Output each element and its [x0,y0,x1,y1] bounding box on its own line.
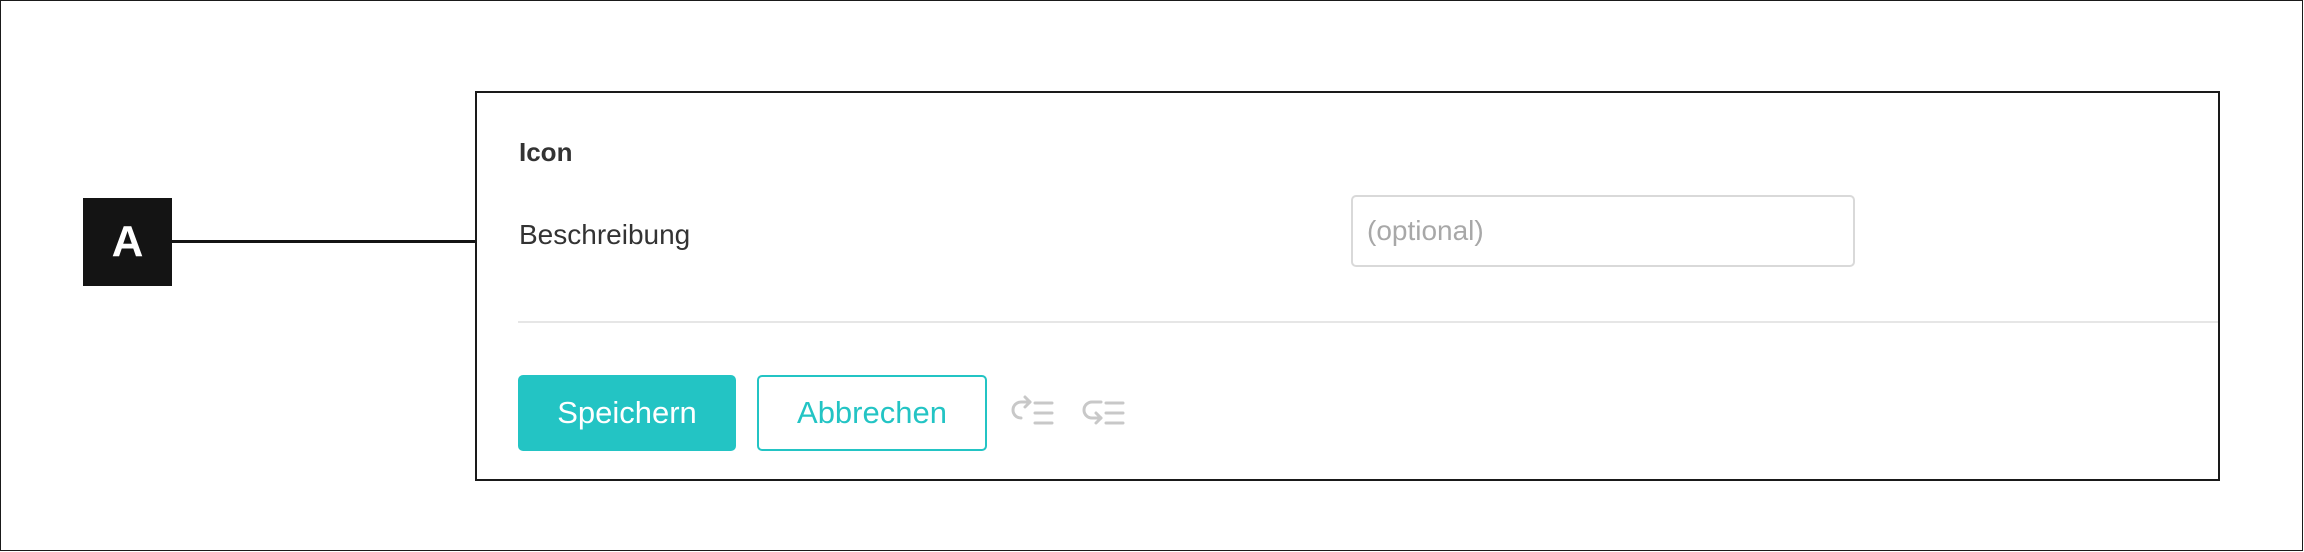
callout-badge-a: A [83,198,172,286]
indent-icon[interactable] [1081,393,1129,433]
divider [518,321,2218,323]
icon-settings-panel: Icon Beschreibung Speichern Abbrechen [475,91,2220,481]
section-title: Icon [519,137,573,167]
callout-badge-label: A [111,217,144,266]
description-label: Beschreibung [519,219,691,250]
outdent-icon[interactable] [1010,393,1058,433]
save-button[interactable]: Speichern [518,375,736,451]
callout-connector-line [172,240,498,243]
cancel-button[interactable]: Abbrechen [757,375,987,451]
description-input[interactable] [1351,195,1855,267]
screenshot-frame: A Icon Beschreibung Speichern Abbrechen [0,0,2303,551]
